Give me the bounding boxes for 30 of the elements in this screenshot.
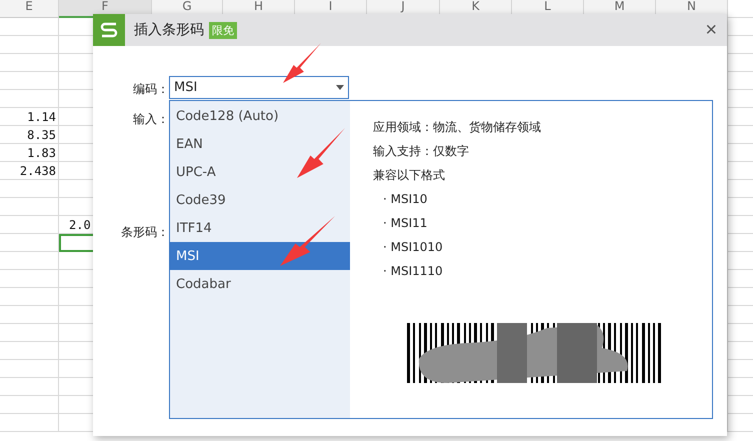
pointer-arrow bbox=[283, 43, 321, 83]
window-title: 插入条形码 bbox=[134, 21, 204, 39]
cell-value: 1.14 bbox=[27, 110, 56, 124]
format-item: · MSI11 bbox=[382, 215, 428, 232]
cell-value: 1.83 bbox=[27, 146, 56, 160]
column-header[interactable]: E bbox=[0, 0, 59, 18]
info-text: 兼容以下格式 bbox=[373, 166, 446, 184]
free-badge: 限免 bbox=[209, 22, 237, 38]
format-item: · MSI1010 bbox=[382, 239, 444, 256]
info-text: 应用领域：物流、货物储存领域 bbox=[373, 118, 542, 136]
dropdown-option[interactable]: Code39 bbox=[170, 186, 350, 214]
dropdown-option[interactable]: Codabar bbox=[170, 270, 350, 298]
field-label: 条形码： bbox=[121, 224, 169, 241]
dropdown-option[interactable]: EAN bbox=[170, 130, 350, 158]
pointer-arrow bbox=[280, 216, 335, 266]
dropdown-option[interactable]: UPC-A bbox=[170, 158, 350, 186]
dropdown-option[interactable]: MSI bbox=[170, 242, 350, 270]
caret-icon bbox=[336, 85, 344, 90]
dropdown-option[interactable]: ITF14 bbox=[170, 214, 350, 242]
field-label: 编码： bbox=[133, 81, 169, 98]
format-item: · MSI10 bbox=[382, 191, 428, 208]
cell-value: 2.0 bbox=[69, 218, 91, 232]
dropdown-option[interactable]: Code128 (Auto) bbox=[170, 102, 350, 130]
info-text: 输入支持：仅数字 bbox=[373, 142, 470, 160]
close-button[interactable]: × bbox=[701, 18, 721, 42]
field-label: 输入： bbox=[133, 111, 169, 128]
cell-value: 8.35 bbox=[27, 128, 56, 142]
format-item: · MSI1110 bbox=[382, 263, 444, 280]
encoding-dropdown[interactable]: MSI bbox=[169, 76, 349, 99]
cell-value: 2.438 bbox=[20, 164, 56, 178]
